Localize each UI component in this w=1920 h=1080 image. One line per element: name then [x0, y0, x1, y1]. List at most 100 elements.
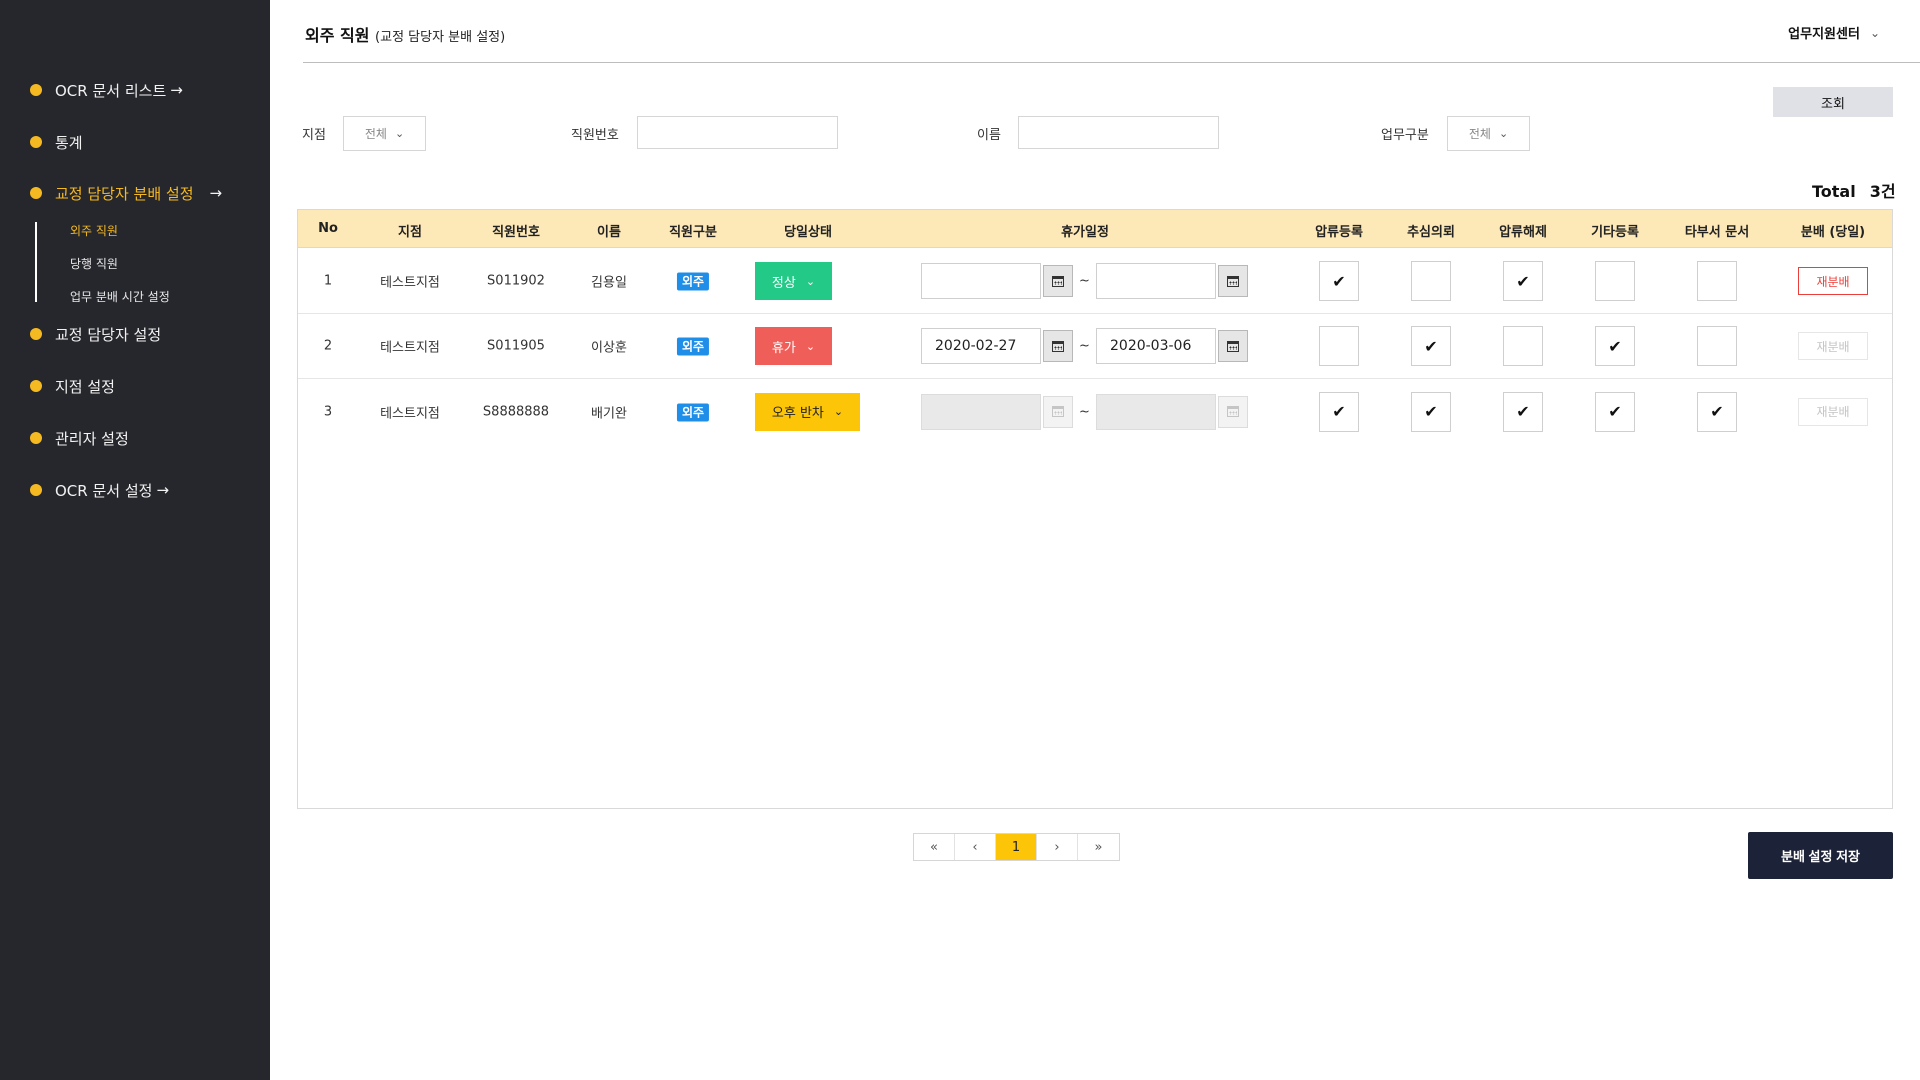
calendar-icon	[1052, 340, 1064, 352]
status-value: 휴가	[771, 340, 796, 356]
chevron-down-icon: ⌄	[1498, 127, 1509, 140]
row-emp-no: S8888888	[482, 404, 550, 419]
arrow-right-icon: →	[156, 481, 170, 499]
sidebar-subitem-time-settings[interactable]: 업무 분배 시간 설정	[70, 288, 170, 305]
checkbox-other-registration[interactable]	[1595, 261, 1635, 301]
checkbox-seizure-registration[interactable]	[1319, 326, 1359, 366]
next-page-button[interactable]: ›	[1037, 834, 1078, 860]
checkbox-seizure-release[interactable]: ✔	[1503, 261, 1543, 301]
sidebar-item-proofreader-settings[interactable]: 교정 담당자 설정	[30, 322, 161, 346]
sidebar-item-ocr-doc-list[interactable]: OCR 문서 리스트 →	[30, 78, 183, 102]
sidebar-subitem-in-house[interactable]: 당행 직원	[70, 255, 118, 272]
sidebar-item-label: OCR 문서 설정	[55, 481, 153, 500]
vacation-start-input	[921, 393, 1041, 430]
column-header: 휴가일정	[1061, 225, 1109, 240]
work-type-filter-label: 업무구분	[1381, 128, 1429, 143]
status-dropdown[interactable]: 휴가 ⌄	[755, 327, 832, 365]
sidebar-item-label: 통계	[55, 133, 83, 152]
vacation-end-input[interactable]: 2020-03-06	[1096, 328, 1216, 364]
chevron-down-icon: ⌄	[805, 274, 816, 288]
divider	[303, 62, 1920, 63]
column-header: 당일상태	[784, 225, 832, 240]
redistribute-button[interactable]: 재분배	[1798, 397, 1868, 426]
query-button[interactable]: 조회	[1773, 87, 1893, 117]
branch-select[interactable]: 전체 ⌄	[343, 116, 426, 151]
arrow-right-icon: →	[209, 184, 223, 202]
work-type-select[interactable]: 전체 ⌄	[1447, 116, 1530, 151]
center-menu-label: 업무지원센터	[1788, 27, 1860, 42]
column-header: 지점	[398, 225, 422, 240]
status-dropdown[interactable]: 정상 ⌄	[755, 262, 832, 300]
save-distribution-button[interactable]: 분배 설정 저장	[1748, 832, 1893, 879]
sidebar-item-branch-settings[interactable]: 지점 설정	[30, 374, 115, 398]
emp-no-input[interactable]	[637, 116, 838, 149]
row-emp-no: S011902	[487, 273, 545, 289]
page-number-button[interactable]: 1	[996, 834, 1037, 860]
column-header: 추심의뢰	[1407, 225, 1455, 240]
branch-select-value: 전체	[364, 127, 387, 141]
calendar-button	[1218, 395, 1248, 428]
date-range-separator: ~	[1079, 404, 1090, 419]
calendar-button[interactable]	[1043, 265, 1073, 297]
checkbox-seizure-release[interactable]	[1503, 326, 1543, 366]
column-header: 기타등록	[1591, 225, 1639, 240]
main-content: 외주 직원 (교정 담당자 분배 설정) 업무지원센터 ⌄ 조회 지점 전체 ⌄…	[270, 0, 1920, 1080]
checkbox-other-registration[interactable]: ✔	[1595, 326, 1635, 366]
name-input[interactable]	[1018, 116, 1219, 149]
column-header: 타부서 문서	[1684, 225, 1750, 240]
table-row: 2 테스트지점 S011905 이상훈 외주 휴가 ⌄ 2020-02-27 ~…	[298, 314, 1892, 379]
arrow-right-icon: →	[170, 81, 183, 99]
total-label: Total	[1812, 182, 1856, 201]
checkbox-collection-request[interactable]: ✔	[1411, 391, 1451, 432]
first-page-button[interactable]: «	[914, 834, 955, 860]
row-emp-no: S011905	[487, 338, 545, 354]
calendar-button[interactable]	[1218, 265, 1248, 297]
checkbox-collection-request[interactable]	[1411, 261, 1451, 301]
date-range-separator: ~	[1079, 338, 1090, 354]
sidebar-item-distribution-settings[interactable]: 교정 담당자 분배 설정 →	[30, 181, 222, 205]
vacation-start-input[interactable]: 2020-02-27	[921, 328, 1041, 364]
column-header: 이름	[597, 225, 621, 240]
sidebar: OCR 문서 리스트 → 통계 교정 담당자 분배 설정 → 외주 직원 당행 …	[0, 0, 270, 1080]
chevron-down-icon: ⌄	[1869, 25, 1880, 40]
bullet-icon	[30, 432, 42, 444]
table-row: 1 테스트지점 S011902 김용일 외주 정상 ⌄ ~ ✔ ✔ 재분배	[298, 249, 1892, 314]
status-dropdown[interactable]: 오후 반차 ⌄	[755, 392, 860, 431]
vacation-start-input[interactable]	[921, 263, 1041, 299]
last-page-button[interactable]: »	[1078, 834, 1119, 860]
checkbox-collection-request[interactable]: ✔	[1411, 326, 1451, 366]
vacation-end-input[interactable]	[1096, 263, 1216, 299]
sidebar-item-label: 관리자 설정	[55, 429, 129, 448]
checkbox-seizure-release[interactable]: ✔	[1503, 391, 1543, 432]
calendar-button[interactable]	[1218, 330, 1248, 362]
row-name: 이상훈	[591, 340, 627, 356]
row-type: 외주	[676, 272, 710, 291]
total-value: 3건	[1869, 182, 1896, 201]
table-header: No 지점 직원번호 이름 직원구분 당일상태 휴가일정 압류등록 추심의뢰 압…	[298, 210, 1892, 248]
sidebar-item-stats[interactable]: 통계	[30, 130, 83, 154]
table-row: 3 테스트지점 S8888888 배기완 외주 오후 반차 ⌄ ~ ✔ ✔ ✔ …	[298, 379, 1892, 444]
calendar-button[interactable]	[1043, 330, 1073, 362]
date-range-separator: ~	[1079, 273, 1090, 289]
redistribute-button[interactable]: 재분배	[1798, 267, 1868, 295]
sidebar-item-admin-settings[interactable]: 관리자 설정	[30, 426, 129, 450]
checkbox-other-dept-docs[interactable]: ✔	[1697, 391, 1737, 432]
name-filter-label: 이름	[977, 128, 1001, 143]
sidebar-item-ocr-doc-settings[interactable]: OCR 문서 설정 →	[30, 478, 169, 502]
row-branch: 테스트지점	[380, 340, 440, 356]
checkbox-seizure-registration[interactable]: ✔	[1319, 391, 1359, 432]
checkbox-other-dept-docs[interactable]	[1697, 326, 1737, 366]
sidebar-subitem-outsourced[interactable]: 외주 직원	[70, 222, 118, 239]
checkbox-other-dept-docs[interactable]	[1697, 261, 1737, 301]
total-count: Total 3건	[1812, 178, 1896, 202]
center-menu[interactable]: 업무지원센터 ⌄	[1788, 23, 1880, 43]
sidebar-item-label: 지점 설정	[55, 377, 115, 396]
redistribute-button[interactable]: 재분배	[1798, 332, 1868, 360]
prev-page-button[interactable]: ‹	[955, 834, 996, 860]
column-header: No	[318, 221, 338, 236]
bullet-icon	[30, 84, 42, 96]
row-name: 김용일	[591, 275, 627, 291]
checkbox-seizure-registration[interactable]: ✔	[1319, 261, 1359, 301]
page-subtitle: (교정 담당자 분배 설정)	[375, 30, 506, 45]
checkbox-other-registration[interactable]: ✔	[1595, 391, 1635, 432]
